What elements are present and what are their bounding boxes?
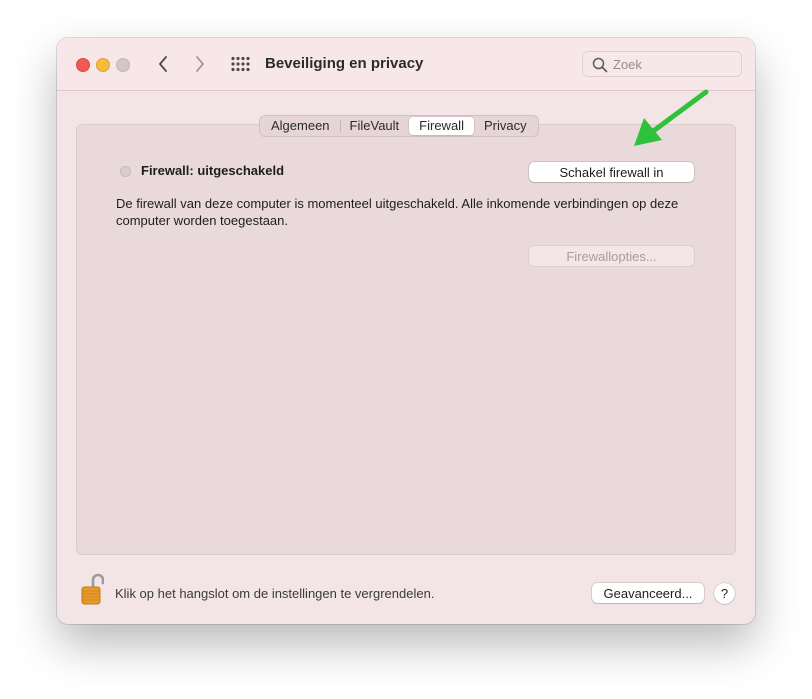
toolbar: Beveiliging en privacy <box>57 38 755 91</box>
close-button[interactable] <box>76 58 90 72</box>
chevron-left-icon <box>159 56 167 72</box>
tab-general[interactable]: Algemeen <box>261 117 340 135</box>
tab-privacy[interactable]: Privacy <box>474 117 537 135</box>
tab-firewall[interactable]: Firewall <box>409 117 474 135</box>
back-button[interactable] <box>151 52 175 76</box>
lock-instruction-text: Klik op het hangslot om de instellingen … <box>115 586 435 601</box>
firewall-status-label: Firewall: uitgeschakeld <box>141 163 285 178</box>
unlocked-padlock-icon[interactable] <box>80 572 104 606</box>
help-button[interactable]: ? <box>714 583 735 604</box>
tab-filevault[interactable]: FileVault <box>339 117 410 135</box>
chevron-right-icon <box>196 56 204 72</box>
zoom-button[interactable] <box>116 58 130 72</box>
search-input[interactable] <box>613 55 733 73</box>
minimize-button[interactable] <box>96 58 110 72</box>
enable-firewall-button[interactable]: Schakel firewall in <box>529 162 694 182</box>
search-icon <box>592 57 608 73</box>
firewall-description: De firewall van deze computer is momente… <box>116 196 679 228</box>
advanced-button[interactable]: Geavanceerd... <box>592 583 704 603</box>
status-indicator <box>120 166 131 177</box>
firewall-panel <box>76 124 736 555</box>
firewall-options-button[interactable]: Firewallopties... <box>529 246 694 266</box>
annotation-arrow-icon <box>634 89 709 146</box>
forward-button[interactable] <box>188 52 212 76</box>
tab-bar: Algemeen FileVault Firewall Privacy <box>259 115 539 137</box>
window-title: Beveiliging en privacy <box>265 55 424 72</box>
search-field[interactable] <box>582 51 742 77</box>
show-all-grid-icon[interactable] <box>230 56 252 72</box>
